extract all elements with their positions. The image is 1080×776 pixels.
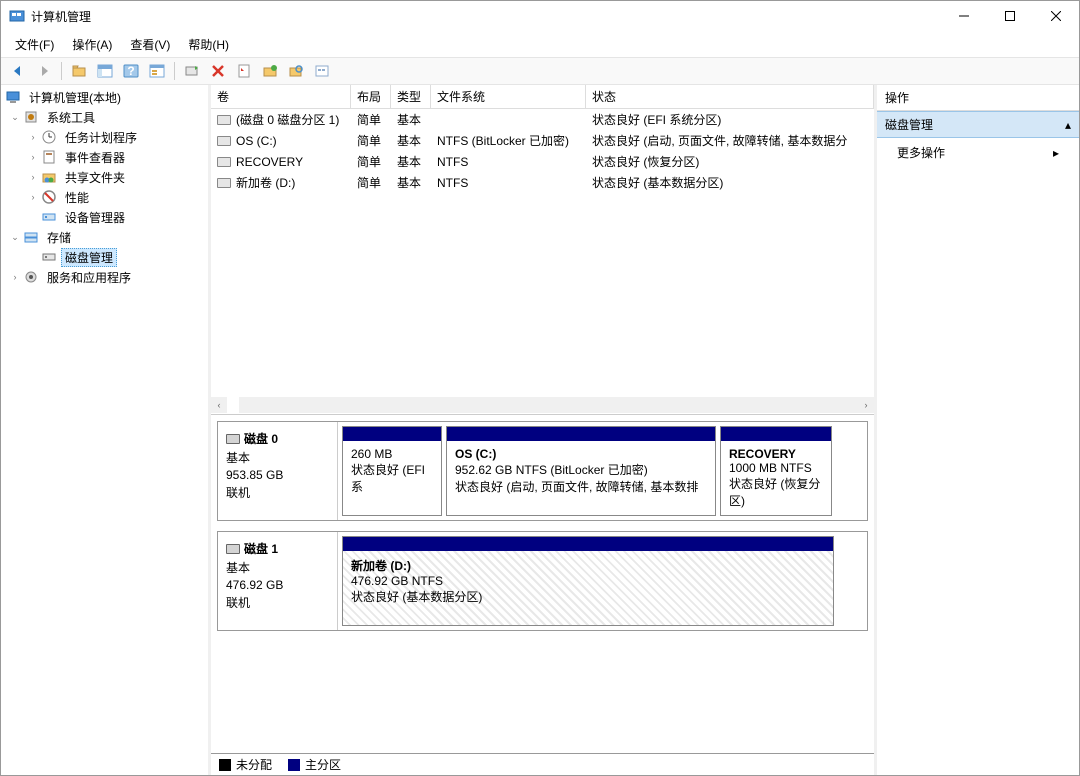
- titlebar: 计算机管理: [1, 1, 1079, 31]
- partition[interactable]: RECOVERY1000 MB NTFS状态良好 (恢复分区): [720, 426, 832, 516]
- col-type[interactable]: 类型: [391, 85, 431, 108]
- volume-icon: [217, 178, 231, 188]
- volume-row[interactable]: RECOVERY简单基本NTFS状态良好 (恢复分区): [211, 151, 874, 172]
- volume-icon: [217, 115, 231, 125]
- tree-services[interactable]: › 服务和应用程序: [1, 267, 208, 287]
- col-layout[interactable]: 布局: [351, 85, 391, 108]
- disk-icon: [226, 544, 240, 554]
- scroll-left-icon[interactable]: ‹: [211, 397, 227, 413]
- volume-row[interactable]: (磁盘 0 磁盘分区 1)简单基本状态良好 (EFI 系统分区): [211, 109, 874, 130]
- actions-section[interactable]: 磁盘管理 ▴: [877, 111, 1079, 138]
- expander-icon[interactable]: ›: [9, 271, 21, 283]
- disk-info[interactable]: 磁盘 0基本953.85 GB联机: [218, 422, 338, 520]
- properties-icon[interactable]: [233, 60, 255, 82]
- expander-icon[interactable]: ⌄: [9, 111, 21, 123]
- volume-row[interactable]: OS (C:)简单基本NTFS (BitLocker 已加密)状态良好 (启动,…: [211, 130, 874, 151]
- app-window: 计算机管理 文件(F) 操作(A) 查看(V) 帮助(H) ?: [0, 0, 1080, 776]
- tools-icon: [23, 109, 39, 125]
- maximize-button[interactable]: [987, 1, 1033, 31]
- tree-disk-management[interactable]: 磁盘管理: [1, 247, 208, 267]
- find-icon[interactable]: [285, 60, 307, 82]
- menu-help[interactable]: 帮助(H): [180, 33, 237, 56]
- minimize-button[interactable]: [941, 1, 987, 31]
- volume-icon: [217, 136, 231, 146]
- tree-device-manager[interactable]: 设备管理器: [1, 207, 208, 227]
- performance-icon: [41, 189, 57, 205]
- tree-performance[interactable]: › 性能: [1, 187, 208, 207]
- help-icon[interactable]: ?: [120, 60, 142, 82]
- storage-icon: [23, 229, 39, 245]
- folder-up-icon[interactable]: [68, 60, 90, 82]
- disk-mgmt-icon: [41, 249, 57, 265]
- legend-primary: 主分区: [288, 756, 341, 773]
- console-tree[interactable]: 计算机管理(本地) ⌄ 系统工具 › 任务计划程序 › 事件查看器 › 共享文件…: [1, 85, 211, 775]
- expander-icon[interactable]: ›: [27, 131, 39, 143]
- tree-event-viewer[interactable]: › 事件查看器: [1, 147, 208, 167]
- device-icon: [41, 209, 57, 225]
- partition[interactable]: 新加卷 (D:)476.92 GB NTFS状态良好 (基本数据分区): [342, 536, 834, 626]
- col-volume[interactable]: 卷: [211, 85, 351, 108]
- tree-system-tools[interactable]: ⌄ 系统工具: [1, 107, 208, 127]
- show-hide-tree-icon[interactable]: [94, 60, 116, 82]
- submenu-icon: ▸: [1053, 146, 1059, 160]
- clock-icon: [41, 129, 57, 145]
- tree-task-scheduler[interactable]: › 任务计划程序: [1, 127, 208, 147]
- computer-icon: [5, 89, 21, 105]
- disk-graphical-view: 磁盘 0基本953.85 GB联机260 MB状态良好 (EFI 系OS (C:…: [211, 415, 874, 753]
- shared-folder-icon: [41, 169, 57, 185]
- nav-back-button[interactable]: [7, 60, 29, 82]
- toolbar: ?: [1, 57, 1079, 85]
- menubar: 文件(F) 操作(A) 查看(V) 帮助(H): [1, 31, 1079, 57]
- scroll-right-icon[interactable]: ›: [858, 397, 874, 413]
- legend: 未分配 主分区: [211, 753, 874, 775]
- partition[interactable]: OS (C:)952.62 GB NTFS (BitLocker 已加密)状态良…: [446, 426, 716, 516]
- disk-icon: [226, 434, 240, 444]
- actions-panel: 操作 磁盘管理 ▴ 更多操作 ▸: [874, 85, 1079, 775]
- col-status[interactable]: 状态: [586, 85, 874, 108]
- actions-more[interactable]: 更多操作 ▸: [877, 138, 1079, 167]
- collapse-icon[interactable]: ▴: [1065, 118, 1071, 132]
- hscrollbar[interactable]: ‹ ›: [211, 396, 874, 414]
- expander-icon[interactable]: ⌄: [9, 231, 21, 243]
- menu-view[interactable]: 查看(V): [122, 33, 178, 56]
- tree-storage[interactable]: ⌄ 存储: [1, 227, 208, 247]
- volume-list-body[interactable]: (磁盘 0 磁盘分区 1)简单基本状态良好 (EFI 系统分区)OS (C:)简…: [211, 109, 874, 396]
- settings-icon[interactable]: [311, 60, 333, 82]
- menu-action[interactable]: 操作(A): [64, 33, 120, 56]
- app-icon: [9, 8, 25, 24]
- new-folder-icon[interactable]: [259, 60, 281, 82]
- svg-text:?: ?: [127, 64, 134, 78]
- center-panel: 卷 布局 类型 文件系统 状态 (磁盘 0 磁盘分区 1)简单基本状态良好 (E…: [211, 85, 874, 775]
- disk-block: 磁盘 1基本476.92 GB联机新加卷 (D:)476.92 GB NTFS状…: [217, 531, 868, 631]
- menu-file[interactable]: 文件(F): [7, 33, 62, 56]
- expander-icon[interactable]: ›: [27, 191, 39, 203]
- view-list-icon[interactable]: [146, 60, 168, 82]
- tree-root[interactable]: 计算机管理(本地): [1, 87, 208, 107]
- expander-icon[interactable]: ›: [27, 171, 39, 183]
- actions-header: 操作: [877, 85, 1079, 111]
- close-button[interactable]: [1033, 1, 1079, 31]
- tree-shared-folders[interactable]: › 共享文件夹: [1, 167, 208, 187]
- window-title: 计算机管理: [31, 8, 941, 25]
- volume-list-header: 卷 布局 类型 文件系统 状态: [211, 85, 874, 109]
- event-icon: [41, 149, 57, 165]
- partition[interactable]: 260 MB状态良好 (EFI 系: [342, 426, 442, 516]
- volume-list: 卷 布局 类型 文件系统 状态 (磁盘 0 磁盘分区 1)简单基本状态良好 (E…: [211, 85, 874, 415]
- main-split: 计算机管理(本地) ⌄ 系统工具 › 任务计划程序 › 事件查看器 › 共享文件…: [1, 85, 1079, 775]
- volume-icon: [217, 157, 231, 167]
- refresh-icon[interactable]: [181, 60, 203, 82]
- volume-row[interactable]: 新加卷 (D:)简单基本NTFS状态良好 (基本数据分区): [211, 172, 874, 193]
- disk-info[interactable]: 磁盘 1基本476.92 GB联机: [218, 532, 338, 630]
- col-fs[interactable]: 文件系统: [431, 85, 586, 108]
- delete-icon[interactable]: [207, 60, 229, 82]
- legend-unallocated: 未分配: [219, 756, 272, 773]
- nav-forward-button[interactable]: [33, 60, 55, 82]
- services-icon: [23, 269, 39, 285]
- disk-block: 磁盘 0基本953.85 GB联机260 MB状态良好 (EFI 系OS (C:…: [217, 421, 868, 521]
- expander-icon[interactable]: ›: [27, 151, 39, 163]
